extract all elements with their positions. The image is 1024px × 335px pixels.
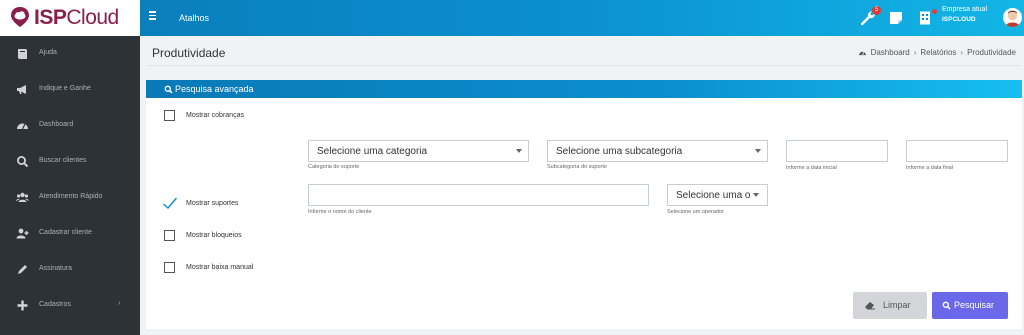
divider	[146, 65, 1022, 66]
search-button[interactable]: Pesquisar	[932, 292, 1008, 319]
user-plus-icon	[16, 228, 29, 239]
show-manual-writeoff-label: Mostrar baixa manual	[186, 264, 254, 271]
brand-name-cloud: Cloud	[66, 6, 119, 29]
end-date-input[interactable]	[906, 140, 1008, 162]
client-name-help: Informe o nome do cliente	[308, 209, 372, 215]
show-manual-writeoff-checkbox[interactable]	[164, 262, 175, 273]
show-charges-label: Mostrar cobranças	[186, 112, 244, 119]
sidebar-item-label: Cadastrar cliente	[39, 229, 92, 236]
category-select[interactable]: Selecione uma categoria	[308, 140, 529, 162]
clear-button-label: Limpar	[883, 300, 911, 310]
search-icon	[164, 85, 173, 94]
category-help: Categoria do suporte	[308, 164, 360, 170]
sidebar-item-label: Assinatura	[39, 265, 73, 272]
sidebar-item-label: Ajuda	[39, 49, 57, 56]
breadcrumb-reports[interactable]: Relatórios	[920, 48, 956, 57]
chevron-right-icon: ›	[118, 300, 121, 307]
client-name-input[interactable]	[308, 184, 649, 206]
plus-icon	[17, 300, 28, 311]
sidebar-item-registrations[interactable]: Cadastros ›	[0, 288, 140, 324]
breadcrumb: Dashboard › Relatórios › Produtividade	[858, 48, 1016, 57]
notification-badge: 5	[872, 6, 881, 15]
category-select-value: Selecione uma categoria	[317, 146, 428, 157]
show-charges-checkbox[interactable]	[164, 110, 175, 121]
show-blocks-checkbox[interactable]	[164, 230, 175, 241]
clear-button[interactable]: Limpar	[853, 292, 927, 319]
show-supports-label: Mostrar suportes	[186, 200, 239, 207]
search-icon	[942, 301, 951, 310]
gauge-icon	[858, 51, 866, 55]
chevron-down-icon	[753, 193, 759, 197]
user-avatar[interactable]	[1003, 8, 1022, 27]
gauge-icon	[17, 123, 28, 130]
sidebar-item-label: Buscar clientes	[39, 157, 87, 164]
operator-help: Selecione um operador	[667, 209, 724, 215]
subcategory-help: Subcategoria do suporte	[547, 164, 607, 170]
sticky-note-icon[interactable]	[888, 10, 904, 26]
pen-icon	[18, 265, 27, 274]
start-date-help: Informe a data inicial	[786, 165, 837, 171]
building-icon[interactable]	[917, 10, 933, 26]
operator-select-value: Selecione uma operador	[676, 190, 750, 201]
user-avatar-icon	[1005, 10, 1020, 27]
sidebar-item-search-clients[interactable]: Buscar clientes	[0, 144, 140, 180]
show-blocks-label: Mostrar bloqueios	[186, 232, 242, 239]
sidebar-item-register-client[interactable]: Cadastrar cliente	[0, 216, 140, 252]
end-date-help: Informe a data final	[906, 165, 954, 171]
sidebar-item-label: Dashboard	[39, 121, 74, 128]
brand-logo[interactable]: ISPCloud	[0, 0, 140, 36]
subcategory-select[interactable]: Selecione uma subcategoria	[547, 140, 768, 162]
sidebar-item-help[interactable]: Ajuda	[0, 36, 140, 72]
operator-select[interactable]: Selecione uma operador	[667, 184, 768, 206]
page-title: Produtividade	[152, 46, 226, 60]
shortcuts-link[interactable]: Atalhos	[179, 13, 209, 23]
sidebar: Ajuda Indique e Ganhe Dashboard Buscar c…	[0, 36, 140, 335]
book-icon	[18, 49, 27, 59]
checkmark-icon[interactable]	[162, 196, 178, 210]
hamburger-menu-icon[interactable]	[149, 11, 161, 23]
users-icon	[16, 192, 29, 202]
cloud-pin-icon	[11, 7, 29, 27]
breadcrumb-separator-icon: ›	[960, 48, 964, 57]
search-icon	[17, 156, 29, 168]
company-status-dot	[932, 9, 937, 14]
breadcrumb-current: Produtividade	[967, 48, 1016, 57]
sidebar-item-quick-service[interactable]: Atendimento Rápido	[0, 180, 140, 216]
megaphone-icon	[17, 85, 26, 94]
breadcrumb-separator-icon: ›	[913, 48, 917, 57]
sidebar-item-refer[interactable]: Indique e Ganhe	[0, 72, 140, 108]
chevron-down-icon	[755, 149, 761, 153]
eraser-icon	[865, 302, 875, 310]
sidebar-item-label: Atendimento Rápido	[39, 193, 103, 200]
company-name[interactable]: ISPCLOUD	[942, 16, 976, 23]
sidebar-item-dashboard[interactable]: Dashboard	[0, 108, 140, 144]
sidebar-item-subscription[interactable]: Assinatura	[0, 252, 140, 288]
advanced-search-title: Pesquisa avançada	[175, 84, 254, 94]
subcategory-select-value: Selecione uma subcategoria	[556, 146, 683, 157]
sidebar-item-label: Cadastros	[39, 301, 71, 308]
breadcrumb-dashboard[interactable]: Dashboard	[871, 48, 910, 57]
company-label: Empresa atual	[942, 6, 988, 13]
chevron-down-icon	[516, 149, 522, 153]
start-date-input[interactable]	[786, 140, 888, 162]
advanced-search-header[interactable]: Pesquisa avançada	[146, 80, 1022, 98]
sidebar-item-label: Indique e Ganhe	[39, 85, 91, 92]
brand-name-isp: ISP	[34, 6, 67, 29]
search-button-label: Pesquisar	[954, 300, 995, 310]
